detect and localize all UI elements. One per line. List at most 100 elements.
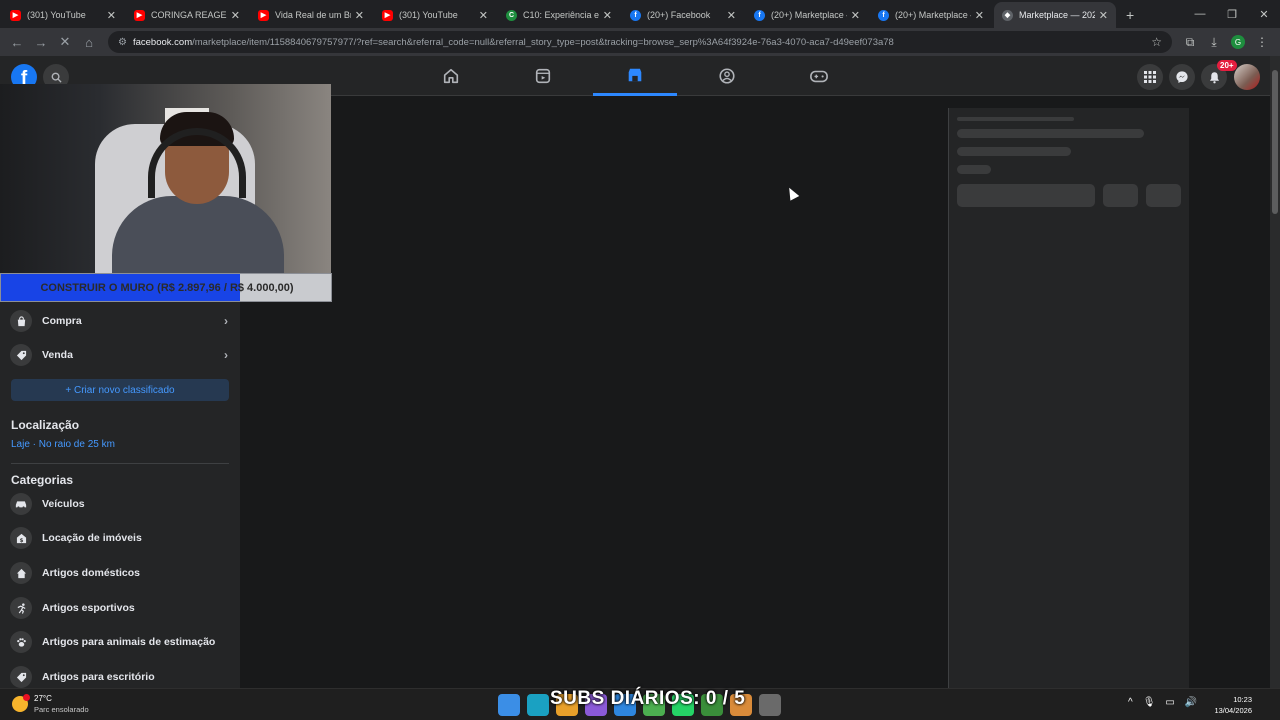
house-dollar-icon: $ (10, 527, 32, 549)
sidebar-item-compra[interactable]: Compra › (0, 305, 240, 337)
subs-counter-overlay: SUBS DIÁRIOS: 0 / 5 (550, 688, 746, 709)
network-icon[interactable]: ▭ (1165, 697, 1174, 708)
nav-gaming-icon[interactable] (777, 56, 861, 96)
browser-tab[interactable]: ▶ Vida Real de um Bras ✕ (250, 2, 372, 28)
home-icon (10, 562, 32, 584)
chevron-up-icon[interactable]: ^ (1128, 697, 1133, 708)
profile-letter: G (1231, 35, 1245, 49)
scrollbar-thumb[interactable] (1272, 70, 1278, 214)
windows-start-icon[interactable] (498, 694, 520, 716)
profile-button[interactable]: G (1226, 31, 1250, 53)
restore-icon[interactable]: ❐ (1216, 0, 1248, 28)
browser-tab[interactable]: ▶ (301) YouTube ✕ (2, 2, 124, 28)
category-animais-estimacao[interactable]: Artigos para animais de estimação (0, 626, 240, 658)
tab-title: (20+) Marketplace — (895, 10, 971, 20)
stop-loading-icon[interactable]: ✕ (54, 31, 76, 53)
extensions-icon[interactable]: ⧉ (1178, 31, 1202, 53)
category-artigos-esportivos[interactable]: Artigos esportivos (0, 592, 240, 624)
divider (11, 463, 229, 464)
back-icon[interactable]: ← (6, 31, 28, 53)
facebook-icon: f (878, 9, 889, 21)
sidebar-item-venda[interactable]: Venda › (0, 339, 240, 371)
sidebar-item-label: Compra (42, 315, 82, 327)
location-link[interactable]: Laje · No raio de 25 km (11, 439, 115, 450)
nav-groups-icon[interactable] (685, 56, 769, 96)
category-locacao-imoveis[interactable]: $ Locação de imóveis (0, 522, 240, 554)
nav-home-icon[interactable] (409, 56, 493, 96)
facebook-icon: f (630, 9, 641, 21)
tab-title: Marketplace — 2023 (1019, 10, 1095, 20)
weather-widget[interactable]: 27°C Parc ensolarado (12, 693, 89, 715)
volume-icon[interactable]: 🔊 (1185, 697, 1197, 708)
tab-title: (301) YouTube (27, 10, 86, 20)
notification-badge: 20+ (1217, 60, 1237, 71)
tab-title: (20+) Marketplace — (771, 10, 847, 20)
browser-toolbar: ← → ✕ ⌂ ⚙ facebook.com /marketplace/item… (0, 28, 1280, 56)
skeleton-button (1103, 184, 1138, 207)
person-shirt (112, 196, 284, 274)
category-artigos-domesticos[interactable]: Artigos domésticos (0, 557, 240, 589)
youtube-icon: ▶ (258, 9, 269, 21)
home-icon[interactable]: ⌂ (78, 31, 100, 53)
close-tab-icon[interactable]: ✕ (603, 9, 612, 22)
close-tab-icon[interactable]: ✕ (727, 9, 736, 22)
create-listing-button[interactable]: + Criar novo classificado (11, 379, 229, 401)
browser-tab[interactable]: ▶ (301) YouTube ✕ (374, 2, 496, 28)
menu-kebab-icon[interactable]: ⋮ (1250, 31, 1274, 53)
chevron-right-icon: › (224, 314, 228, 328)
close-tab-icon[interactable]: ✕ (479, 9, 488, 22)
forward-icon[interactable]: → (30, 31, 52, 53)
car-icon (10, 493, 32, 515)
close-tab-icon[interactable]: ✕ (355, 9, 364, 22)
minimize-icon[interactable]: — (1184, 0, 1216, 28)
date: 13/04/2026 (1214, 706, 1252, 715)
microphone-icon[interactable]: 🎙 (1143, 697, 1156, 708)
temperature: 27°C (34, 694, 52, 703)
menu-grid-icon[interactable] (1137, 64, 1163, 90)
download-icon[interactable]: ⤓ (1202, 31, 1226, 53)
browser-tab[interactable]: f (20+) Facebook ✕ (622, 2, 744, 28)
close-tab-icon[interactable]: ✕ (231, 9, 240, 22)
skeleton-button (1146, 184, 1181, 207)
category-label: Veículos (42, 498, 85, 510)
site-info-icon[interactable]: ⚙ (118, 37, 127, 48)
nav-video-icon[interactable] (501, 56, 585, 96)
browser-tab[interactable]: ▶ CORINGA REAGE: MI ✕ (126, 2, 248, 28)
close-tab-icon[interactable]: ✕ (975, 9, 984, 22)
close-window-icon[interactable]: ✕ (1248, 0, 1280, 28)
window-controls: — ❐ ✕ (1184, 0, 1280, 28)
category-veiculos[interactable]: Veículos (0, 488, 240, 520)
bookmark-star-icon[interactable]: ☆ (1151, 35, 1162, 49)
messenger-icon[interactable] (1169, 64, 1195, 90)
address-bar[interactable]: ⚙ facebook.com /marketplace/item/1158840… (108, 31, 1172, 53)
webcam-overlay (0, 84, 331, 274)
clock[interactable]: 10:23 13/04/2026 (1214, 694, 1252, 716)
tab-title: C10: Experiência elét (523, 10, 599, 20)
system-tray: ^ 🎙 ▭ 🔊 (1128, 697, 1207, 708)
tag-icon (10, 666, 32, 688)
browser-tab[interactable]: C C10: Experiência elét ✕ (498, 2, 620, 28)
tab-title: Vida Real de um Bras (275, 10, 351, 20)
browser-tab[interactable]: f (20+) Marketplace — ✕ (746, 2, 868, 28)
category-label: Locação de imóveis (42, 532, 142, 544)
close-tab-icon[interactable]: ✕ (1099, 9, 1108, 22)
skeleton-line (957, 129, 1144, 138)
sun-icon (12, 694, 30, 712)
running-icon (10, 597, 32, 619)
categories-heading: Categorias (11, 473, 74, 487)
browser-tab[interactable]: ◆ Marketplace — 2023 ✕ (994, 2, 1116, 28)
goal-text: CONSTRUIR O MURO (R$ 2.897,96 / R$ 4.000… (40, 281, 294, 294)
new-tab-button[interactable]: + (1122, 2, 1138, 28)
category-label: Artigos esportivos (42, 602, 135, 614)
close-tab-icon[interactable]: ✕ (107, 9, 116, 22)
avatar[interactable] (1234, 64, 1260, 90)
close-tab-icon[interactable]: ✕ (851, 9, 860, 22)
obs-icon[interactable] (759, 694, 781, 716)
skeleton-line (957, 165, 991, 174)
browser-tab-strip: ▶ (301) YouTube ✕ ▶ CORINGA REAGE: MI ✕ ▶ Vida … (0, 0, 1280, 28)
nav-marketplace-icon[interactable] (593, 56, 677, 96)
svg-text:$: $ (19, 538, 23, 544)
time: 10:23 (1233, 695, 1252, 704)
browser-tab[interactable]: f (20+) Marketplace — ✕ (870, 2, 992, 28)
edge-icon[interactable] (527, 694, 549, 716)
